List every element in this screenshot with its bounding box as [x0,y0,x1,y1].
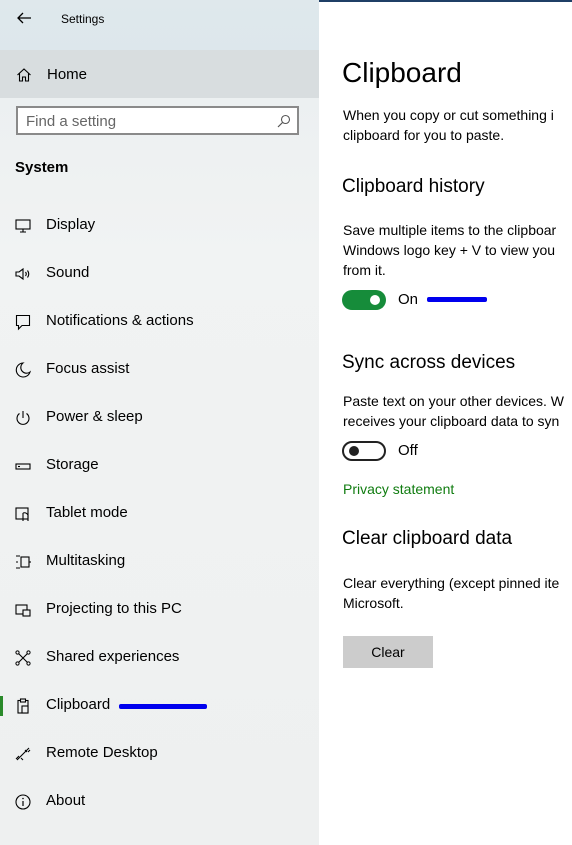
multitasking-icon [16,555,31,569]
sidebar-item-multitasking[interactable]: Multitasking [0,540,319,584]
sidebar-item-focus-assist[interactable]: Focus assist [0,348,319,392]
shared-icon [15,650,31,666]
toggle-knob [349,446,359,456]
sidebar-item-label: Storage [46,456,99,473]
search-input[interactable] [26,112,266,130]
privacy-statement-link[interactable]: Privacy statement [343,481,454,497]
section-title: System [15,159,69,176]
sidebar-item-label: Tablet mode [46,504,128,521]
window-top-border [319,0,572,2]
power-icon [16,411,30,425]
clipboard-history-state: On [398,291,419,308]
sidebar-item-clipboard[interactable]: Clipboard [0,684,319,728]
sync-desc-line-2: receives your clipboard data to syn [343,413,560,429]
storage-icon [15,463,31,470]
sidebar-item-label: About [46,792,86,809]
sidebar-item-label: Projecting to this PC [46,600,182,617]
sidebar-item-label: Display [46,216,96,233]
sidebar-item-label: Sound [46,264,90,281]
sidebar-item-projecting[interactable]: Projecting to this PC [0,588,319,632]
sidebar-item-shared-experiences[interactable]: Shared experiences [0,636,319,680]
sync-state: Off [398,442,418,459]
sidebar-item-label: Multitasking [46,552,126,569]
moon-icon [15,362,32,378]
sidebar-item-power-sleep[interactable]: Power & sleep [0,396,319,440]
tablet-icon [15,507,29,521]
sync-heading: Sync across devices [342,352,516,373]
clipboard-icon [17,698,29,714]
sidebar-item-notifications[interactable]: Notifications & actions [0,300,319,344]
clear-button[interactable]: Clear [343,636,433,668]
clipboard-history-heading: Clipboard history [342,176,485,197]
sidebar-item-display[interactable]: Display [0,204,319,248]
sync-toggle[interactable] [342,441,386,461]
intro-line-1: When you copy or cut something i [343,107,554,123]
annotation-scribble [427,297,487,302]
intro-line-2: clipboard for you to paste. [343,127,505,143]
sidebar-item-sound[interactable]: Sound [0,252,319,296]
home-nav-item[interactable]: Home [0,50,319,98]
back-arrow-icon[interactable] [14,8,34,28]
app-title: Settings [61,12,105,26]
search-box[interactable] [16,106,299,135]
sidebar-item-label: Focus assist [46,360,130,377]
sidebar-item-tablet-mode[interactable]: Tablet mode [0,492,319,536]
history-desc-line-1: Save multiple items to the clipboar [343,222,557,238]
display-icon [15,219,31,233]
toggle-knob [370,295,380,305]
home-icon [17,68,31,82]
sidebar-item-label: Remote Desktop [46,744,158,761]
annotation-scribble [119,704,207,709]
sidebar-item-label: Clipboard [46,696,111,713]
clear-desc-line-1: Clear everything (except pinned ite [343,575,560,591]
sidebar-item-label: Shared experiences [46,648,180,665]
clear-data-heading: Clear clipboard data [342,528,513,549]
sync-desc-line-1: Paste text on your other devices. W [343,393,564,409]
clipboard-history-toggle[interactable] [342,290,386,310]
remote-desktop-icon [15,747,31,761]
sidebar-item-storage[interactable]: Storage [0,444,319,488]
active-indicator [0,696,3,716]
home-label: Home [47,66,88,83]
clear-desc-line-2: Microsoft. [343,595,404,611]
page-title: Clipboard [342,57,462,88]
speaker-icon [15,267,30,281]
project-icon [15,604,31,617]
history-desc-line-2: Windows logo key + V to view you [343,242,556,258]
main-content: Clipboard When you copy or cut something… [319,0,572,845]
info-icon [15,794,31,810]
sidebar-item-about[interactable]: About [0,780,319,824]
notification-icon [15,314,31,331]
sidebar: Settings Home System Display Sound [0,0,319,845]
sidebar-item-remote-desktop[interactable]: Remote Desktop [0,732,319,776]
sidebar-item-label: Power & sleep [46,408,143,425]
search-icon[interactable] [277,114,291,128]
sidebar-item-label: Notifications & actions [46,312,194,329]
history-desc-line-3: from it. [343,262,386,278]
title-bar: Settings [0,0,319,50]
